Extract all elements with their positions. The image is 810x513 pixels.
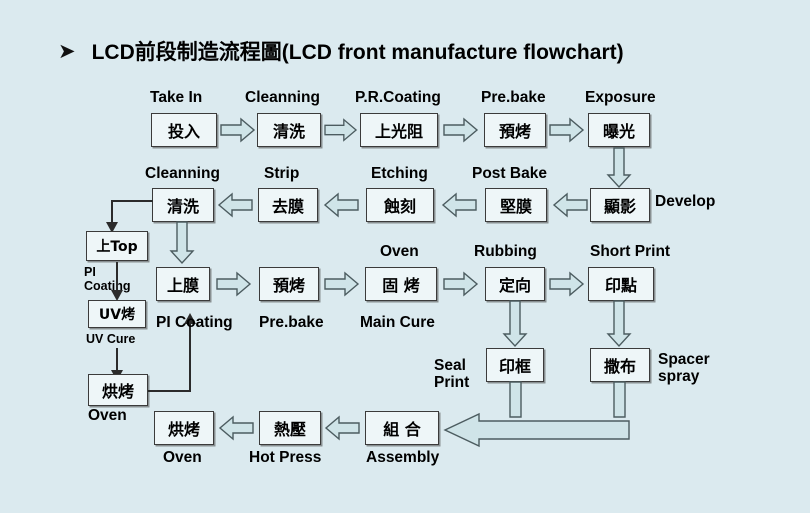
page-title: ➤ LCD前段制造流程圖(LCD front manufacture flowc…	[58, 36, 624, 66]
arrow-rubbing-to-sealprint	[502, 300, 528, 348]
box-post-bake[interactable]: 堅膜	[485, 188, 547, 222]
box-seal-print[interactable]: 印框	[486, 348, 544, 382]
arrow-develop-to-postbake	[552, 192, 588, 218]
box-pi-coating[interactable]: 上膜	[156, 267, 210, 301]
box-oven-left[interactable]: 烘烤	[88, 374, 148, 406]
label-spacer-spray: Spacer spray	[658, 351, 710, 385]
box-hot-press[interactable]: 熱壓	[259, 411, 321, 445]
label-short-print: Short Print	[590, 243, 671, 260]
box-uv-bake[interactable]: UV烤	[88, 300, 146, 328]
box-rubbing[interactable]: 定向	[485, 267, 545, 301]
box-exposure[interactable]: 曝光	[588, 113, 650, 147]
arrow-shortprint-to-spacer	[606, 300, 632, 348]
label-strip: Strip	[264, 165, 300, 182]
connector-cleanning2-left	[111, 200, 153, 202]
box-oven-bottom[interactable]: 烘烤	[154, 411, 214, 445]
label-uv-cure: UV Cure	[86, 332, 136, 346]
arrow-prebake2-to-maincure	[323, 271, 361, 297]
arrow-cleanning2-to-pi-coating	[169, 221, 195, 265]
flowchart-canvas: ➤ LCD前段制造流程圖(LCD front manufacture flowc…	[0, 0, 810, 513]
label-pr-coating: P.R.Coating	[355, 89, 441, 106]
box-cleanning-1[interactable]: 清洗	[257, 113, 321, 147]
label-seal-print: Seal Print	[434, 357, 470, 391]
label-assembly: Assembly	[366, 449, 440, 466]
label-etching: Etching	[371, 165, 428, 182]
box-take-in[interactable]: 投入	[151, 113, 217, 147]
arrow-assembly-to-hotpress	[324, 415, 362, 441]
box-develop[interactable]: 顯影	[590, 188, 650, 222]
box-cleanning-2[interactable]: 清洗	[152, 188, 214, 222]
label-take-in: Take In	[150, 89, 203, 106]
box-etching[interactable]: 蝕刻	[366, 188, 434, 222]
page-title-text: LCD前段制造流程圖(LCD front manufacture flowcha…	[91, 41, 624, 64]
arrow-picoating-to-prebake2	[214, 271, 254, 297]
connector-oven-right	[148, 390, 191, 392]
label-oven-main-cure: Oven	[380, 243, 419, 260]
label-cleanning-2: Cleanning	[145, 165, 220, 182]
label-cleanning-1: Cleanning	[245, 89, 320, 106]
bullet-arrow-icon: ➤	[58, 38, 76, 63]
arrow-wide-to-assembly	[443, 412, 630, 448]
arrow-etching-to-strip	[322, 192, 362, 218]
arrow-takein-to-cleanning	[220, 117, 256, 143]
box-main-cure[interactable]: 固 烤	[365, 267, 437, 301]
arrow-exposure-to-develop	[606, 147, 632, 189]
box-pr-coating[interactable]: 上光阻	[360, 113, 438, 147]
label-exposure: Exposure	[585, 89, 656, 106]
label-post-bake: Post Bake	[472, 165, 547, 182]
box-pre-bake-1[interactable]: 預烤	[484, 113, 546, 147]
arrow-rubbing-to-shortprint	[549, 271, 585, 297]
box-strip[interactable]: 去膜	[258, 188, 318, 222]
box-top-pi[interactable]: 上Top	[86, 231, 148, 261]
label-develop: Develop	[655, 193, 716, 210]
label-main-cure: Main Cure	[360, 314, 435, 331]
box-spacer-spray[interactable]: 撒布	[590, 348, 650, 382]
label-oven-bottom: Oven	[163, 449, 202, 466]
arrow-prcoating-to-prebake	[442, 117, 480, 143]
arrow-prebake-to-exposure	[549, 117, 585, 143]
label-rubbing: Rubbing	[474, 243, 537, 260]
arrow-postbake-to-etching	[438, 192, 482, 218]
arrow-cleanning-to-prcoating	[324, 118, 358, 142]
label-hot-press: Hot Press	[249, 449, 322, 466]
box-assembly[interactable]: 組 合	[365, 411, 439, 445]
arrow-hotpress-to-oven	[218, 415, 256, 441]
label-pi-coating: PI Coating	[156, 314, 233, 331]
label-oven-left: Oven	[88, 407, 127, 424]
arrow-strip-to-cleanning	[217, 192, 255, 218]
label-pre-bake-2: Pre.bake	[259, 314, 324, 331]
box-pre-bake-2[interactable]: 預烤	[259, 267, 319, 301]
box-short-print[interactable]: 印點	[588, 267, 654, 301]
label-pre-bake-1: Pre.bake	[481, 89, 546, 106]
arrow-maincure-to-rubbing	[441, 271, 481, 297]
